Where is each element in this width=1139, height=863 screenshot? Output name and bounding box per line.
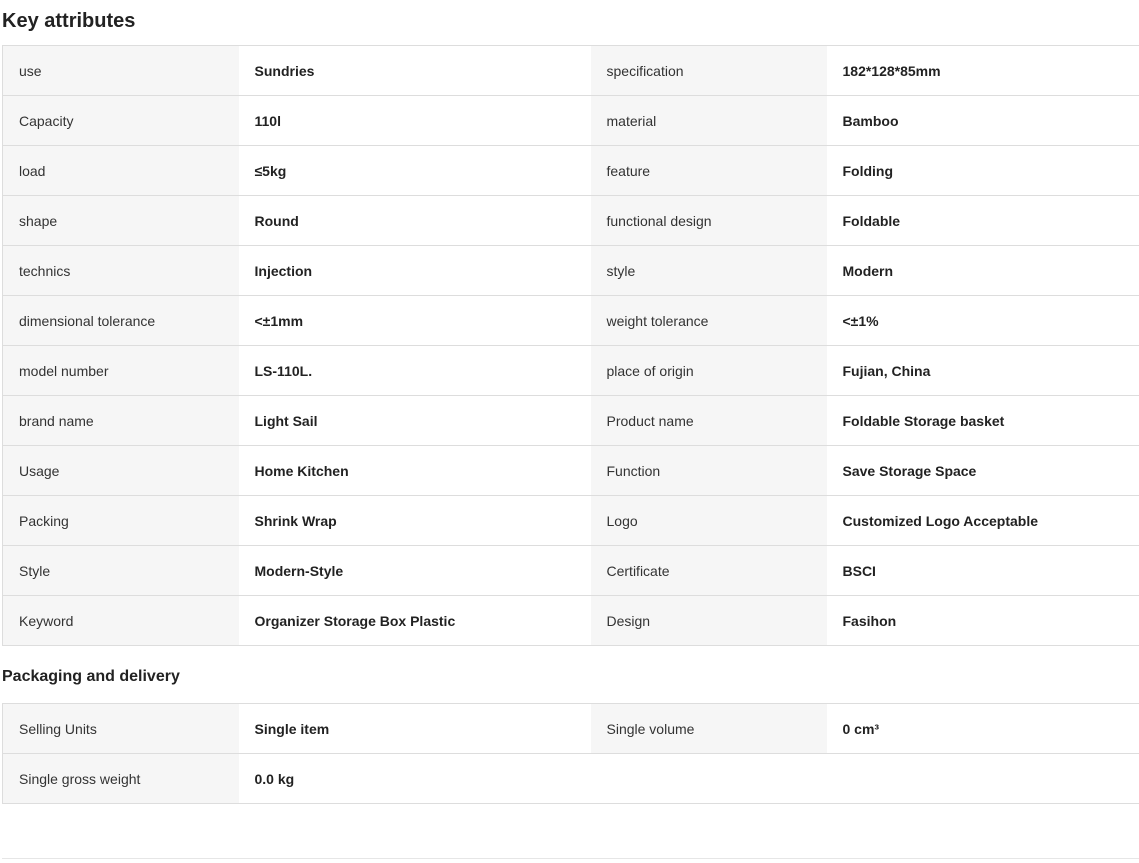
attr-key: Keyword — [2, 595, 239, 646]
attr-value: BSCI — [826, 545, 1139, 596]
attr-key: Single volume — [590, 703, 827, 754]
attr-key: Style — [2, 545, 239, 596]
attr-value: Organizer Storage Box Plastic — [238, 595, 591, 646]
packaging-table: Selling Units Single item Single volume … — [2, 703, 1139, 804]
attr-value: <±1mm — [238, 295, 591, 346]
attr-key: technics — [2, 245, 239, 296]
attr-key: Function — [590, 445, 827, 496]
attr-value: Folding — [826, 145, 1139, 196]
attr-key: material — [590, 95, 827, 146]
attr-value: Fujian, China — [826, 345, 1139, 396]
attr-value: ≤5kg — [238, 145, 591, 196]
empty-cell — [826, 753, 1139, 804]
table-row: dimensional tolerance <±1mm weight toler… — [2, 295, 1139, 346]
attr-value: 110l — [238, 95, 591, 146]
table-row: Usage Home Kitchen Function Save Storage… — [2, 445, 1139, 496]
table-row: use Sundries specification 182*128*85mm — [2, 45, 1139, 96]
attr-value: Shrink Wrap — [238, 495, 591, 546]
packaging-delivery-title: Packaging and delivery — [2, 668, 180, 685]
attr-key: Design — [590, 595, 827, 646]
key-attributes-title: Key attributes — [2, 10, 136, 32]
attr-value: Single item — [238, 703, 591, 754]
attr-value: LS-110L. — [238, 345, 591, 396]
attr-key: place of origin — [590, 345, 827, 396]
attr-value: Injection — [238, 245, 591, 296]
attr-value: 182*128*85mm — [826, 45, 1139, 96]
table-row: brand name Light Sail Product name Folda… — [2, 395, 1139, 446]
attr-key: feature — [590, 145, 827, 196]
attr-key: Usage — [2, 445, 239, 496]
attr-key: model number — [2, 345, 239, 396]
attr-value: Fasihon — [826, 595, 1139, 646]
table-row: Packing Shrink Wrap Logo Customized Logo… — [2, 495, 1139, 546]
attr-key: functional design — [590, 195, 827, 246]
attr-key: brand name — [2, 395, 239, 446]
attr-key: weight tolerance — [590, 295, 827, 346]
table-row: Selling Units Single item Single volume … — [2, 703, 1139, 754]
table-row: Style Modern-Style Certificate BSCI — [2, 545, 1139, 596]
attr-key: dimensional tolerance — [2, 295, 239, 346]
attr-value: <±1% — [826, 295, 1139, 346]
table-row: shape Round functional design Foldable — [2, 195, 1139, 246]
attr-key: shape — [2, 195, 239, 246]
attr-key: Packing — [2, 495, 239, 546]
table-row: model number LS-110L. place of origin Fu… — [2, 345, 1139, 396]
attr-value: Customized Logo Acceptable — [826, 495, 1139, 546]
attr-value: 0.0 kg — [238, 753, 591, 804]
attr-key: load — [2, 145, 239, 196]
attr-value: Foldable — [826, 195, 1139, 246]
attr-key: Selling Units — [2, 703, 239, 754]
table-row: load ≤5kg feature Folding — [2, 145, 1139, 196]
table-row: Keyword Organizer Storage Box Plastic De… — [2, 595, 1139, 646]
product-details-page: Key attributes use Sundries specificatio… — [0, 0, 1139, 863]
attr-value: Save Storage Space — [826, 445, 1139, 496]
attr-key: Single gross weight — [2, 753, 239, 804]
attr-value: 0 cm³ — [826, 703, 1139, 754]
attr-key: specification — [590, 45, 827, 96]
table-row: technics Injection style Modern — [2, 245, 1139, 296]
attr-key: style — [590, 245, 827, 296]
attr-key: Product name — [590, 395, 827, 446]
table-row: Capacity 110l material Bamboo — [2, 95, 1139, 146]
attr-key: use — [2, 45, 239, 96]
attr-value: Round — [238, 195, 591, 246]
attr-value: Home Kitchen — [238, 445, 591, 496]
attr-key: Capacity — [2, 95, 239, 146]
empty-cell — [590, 753, 827, 804]
table-row: Single gross weight 0.0 kg — [2, 753, 1139, 804]
attr-key: Logo — [590, 495, 827, 546]
attr-value: Foldable Storage basket — [826, 395, 1139, 446]
divider — [2, 858, 1139, 859]
attr-key: Certificate — [590, 545, 827, 596]
attr-value: Light Sail — [238, 395, 591, 446]
attr-value: Bamboo — [826, 95, 1139, 146]
attr-value: Modern — [826, 245, 1139, 296]
key-attributes-table: use Sundries specification 182*128*85mm … — [2, 45, 1139, 646]
attr-value: Sundries — [238, 45, 591, 96]
attr-value: Modern-Style — [238, 545, 591, 596]
